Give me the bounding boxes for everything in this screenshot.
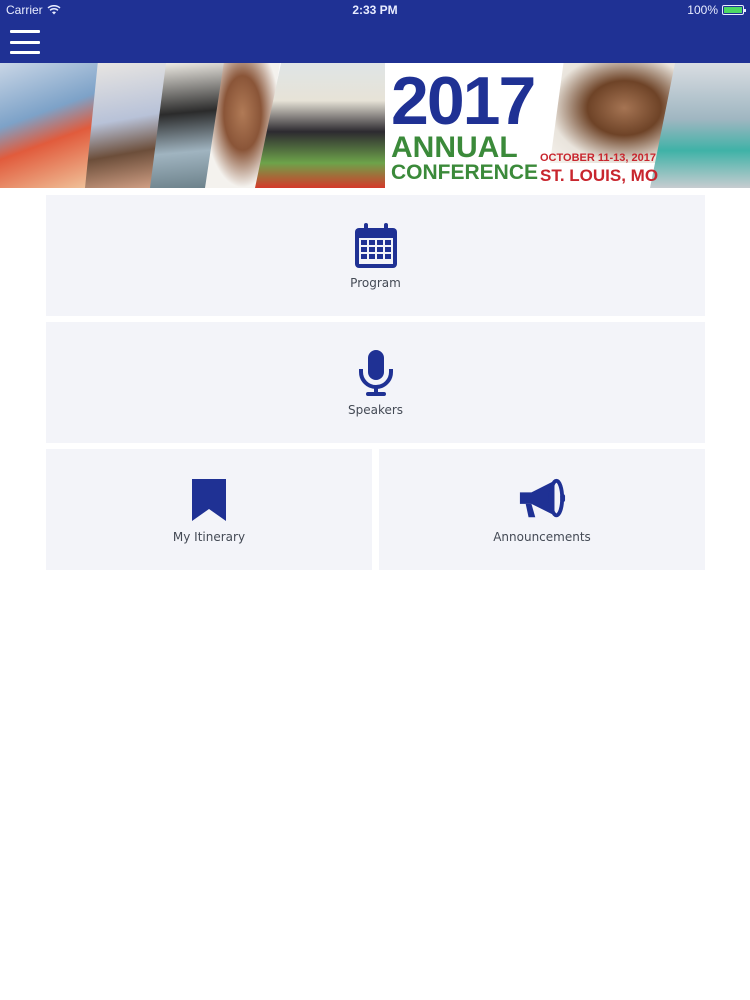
nav-bar [0,20,750,63]
banner-dates: OCTOBER 11-13, 2017 [540,152,656,164]
status-time: 2:33 PM [352,3,398,17]
speakers-label: Speakers [347,402,404,417]
battery-icon [722,5,746,15]
hamburger-menu-icon[interactable] [10,30,40,54]
calendar-icon [352,222,400,270]
megaphone-icon [518,476,566,524]
speakers-tile[interactable]: Speakers [46,322,705,443]
banner-year: 2017 [391,63,536,139]
bookmark-icon [185,476,233,524]
battery-percent: 100% [687,3,718,17]
conference-logo: 2017 ANNUAL CONFERENCE [385,63,550,188]
banner-city: ST. LOUIS, MO [540,166,659,185]
banner-photo-collage [0,63,385,188]
banner-conference: CONFERENCE [391,161,539,184]
announcements-tile[interactable]: Announcements [379,449,705,570]
status-bar: Carrier 2:33 PM 100% [0,0,750,20]
program-label: Program [350,275,401,290]
microphone-icon [352,349,400,397]
battery-indicator: 100% [687,3,746,17]
program-tile[interactable]: Program [46,195,705,316]
my-itinerary-label: My Itinerary [172,529,246,544]
banner-annual: ANNUAL [391,131,518,164]
announcements-label: Announcements [493,529,591,544]
banner-photo-kids-exercising [0,63,100,188]
my-itinerary-tile[interactable]: My Itinerary [46,449,372,570]
